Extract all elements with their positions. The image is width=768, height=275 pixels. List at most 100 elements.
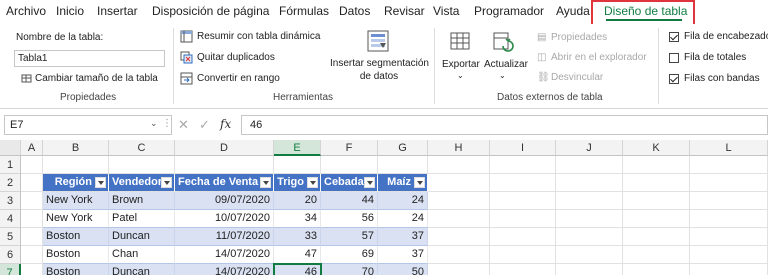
table-cell[interactable]: 24 — [378, 192, 428, 210]
cell-h5[interactable] — [428, 228, 490, 246]
menu-disposicion[interactable]: Disposición de página — [152, 4, 269, 18]
table-cell[interactable]: Boston — [43, 264, 109, 275]
table-cell[interactable]: 56 — [321, 210, 378, 228]
column-header-b[interactable]: B — [43, 140, 109, 156]
cell-j7[interactable] — [556, 264, 623, 275]
cell-j4[interactable] — [556, 210, 623, 228]
insert-function-icon[interactable]: fx — [220, 117, 231, 131]
row-header-6[interactable]: 6 — [0, 246, 21, 264]
table-cell[interactable]: 70 — [321, 264, 378, 275]
cell-i5[interactable] — [490, 228, 556, 246]
cell-l4[interactable] — [690, 210, 768, 228]
column-header-c[interactable]: C — [109, 140, 175, 156]
filter-dropdown-icon[interactable] — [95, 177, 106, 188]
total-row-checkbox[interactable] — [669, 53, 679, 63]
filter-dropdown-icon[interactable] — [161, 177, 172, 188]
cell-i1[interactable] — [490, 156, 556, 174]
menu-vista[interactable]: Vista — [433, 4, 459, 18]
table-cell[interactable]: 20 — [274, 192, 321, 210]
table-header-cell[interactable]: Maíz — [378, 174, 428, 192]
table-cell[interactable]: 14/07/2020 — [175, 264, 274, 275]
table-header-cell[interactable]: Vendedor — [109, 174, 175, 192]
table-cell[interactable]: 44 — [321, 192, 378, 210]
table-cell[interactable]: 33 — [274, 228, 321, 246]
column-header-k[interactable]: K — [623, 140, 690, 156]
remove-duplicates-button[interactable]: Quitar duplicados — [197, 52, 275, 63]
formula-input[interactable]: 46 — [241, 115, 768, 135]
insert-slicer-button[interactable]: Insertar segmentación — [330, 58, 429, 69]
cell-l2[interactable] — [690, 174, 768, 192]
menu-ayuda[interactable]: Ayuda — [556, 4, 590, 18]
name-box-dropdown-icon[interactable]: ⌄ — [150, 118, 158, 129]
cell-h6[interactable] — [428, 246, 490, 264]
cell-j6[interactable] — [556, 246, 623, 264]
menu-inicio[interactable]: Inicio — [56, 4, 84, 18]
table-cell[interactable]: Brown — [109, 192, 175, 210]
cell-i3[interactable] — [490, 192, 556, 210]
table-cell[interactable]: 10/07/2020 — [175, 210, 274, 228]
filter-dropdown-icon[interactable] — [364, 177, 375, 188]
column-header-f[interactable]: F — [321, 140, 378, 156]
cell-h7[interactable] — [428, 264, 490, 275]
cell-k5[interactable] — [623, 228, 690, 246]
table-cell[interactable]: 69 — [321, 246, 378, 264]
table-cell[interactable]: Patel — [109, 210, 175, 228]
table-cell[interactable]: 24 — [378, 210, 428, 228]
cell-a7[interactable] — [21, 264, 43, 275]
cell-h4[interactable] — [428, 210, 490, 228]
cell-k1[interactable] — [623, 156, 690, 174]
cell-a6[interactable] — [21, 246, 43, 264]
cell-h2[interactable] — [428, 174, 490, 192]
table-cell[interactable]: Boston — [43, 228, 109, 246]
cell-j3[interactable] — [556, 192, 623, 210]
cell-l7[interactable] — [690, 264, 768, 275]
filter-dropdown-icon[interactable] — [260, 177, 271, 188]
filter-dropdown-icon[interactable] — [414, 177, 425, 188]
enter-icon[interactable]: ✓ — [199, 117, 210, 133]
export-button[interactable]: Exportar — [442, 59, 480, 70]
column-header-e[interactable]: E — [274, 140, 321, 156]
cell-h1[interactable] — [428, 156, 490, 174]
table-header-cell[interactable]: Fecha de Venta — [175, 174, 274, 192]
cell-i7[interactable] — [490, 264, 556, 275]
cell-i6[interactable] — [490, 246, 556, 264]
cell-i2[interactable] — [490, 174, 556, 192]
table-cell[interactable]: New York — [43, 192, 109, 210]
open-browser-button[interactable]: Abrir en el explorador — [551, 52, 647, 63]
table-cell[interactable]: 34 — [274, 210, 321, 228]
menu-archivo[interactable]: Archivo — [6, 4, 46, 18]
select-all-corner[interactable] — [0, 140, 21, 156]
table-cell[interactable]: 37 — [378, 246, 428, 264]
cell-l6[interactable] — [690, 246, 768, 264]
table-cell[interactable]: New York — [43, 210, 109, 228]
column-header-l[interactable]: L — [690, 140, 768, 156]
filter-dropdown-icon[interactable] — [307, 177, 318, 188]
row-header-5[interactable]: 5 — [0, 228, 21, 246]
cell-k3[interactable] — [623, 192, 690, 210]
row-header-3[interactable]: 3 — [0, 192, 21, 210]
menu-insertar[interactable]: Insertar — [97, 4, 138, 18]
cell-k4[interactable] — [623, 210, 690, 228]
cell-e1[interactable] — [274, 156, 321, 174]
column-header-h[interactable]: H — [428, 140, 490, 156]
cell-l1[interactable] — [690, 156, 768, 174]
column-header-g[interactable]: G — [378, 140, 428, 156]
column-header-a[interactable]: A — [21, 140, 43, 156]
table-header-cell[interactable]: Región — [43, 174, 109, 192]
cell-a2[interactable] — [21, 174, 43, 192]
cell-j5[interactable] — [556, 228, 623, 246]
menu-formulas[interactable]: Fórmulas — [279, 4, 329, 18]
row-header-7[interactable]: 7 — [0, 264, 21, 275]
menu-programador[interactable]: Programador — [474, 4, 544, 18]
menu-diseno-tabla[interactable]: Diseño de tabla — [604, 4, 687, 18]
cancel-icon[interactable]: ✕ — [178, 117, 189, 133]
table-cell[interactable]: Duncan — [109, 264, 175, 275]
cell-k6[interactable] — [623, 246, 690, 264]
cell-g1[interactable] — [378, 156, 428, 174]
table-name-input[interactable] — [14, 50, 165, 67]
external-properties-button[interactable]: Propiedades — [551, 32, 607, 43]
resize-table-button[interactable]: Cambiar tamaño de la tabla — [35, 73, 158, 84]
cell-b1[interactable] — [43, 156, 109, 174]
menu-datos[interactable]: Datos — [339, 4, 370, 18]
table-header-cell[interactable]: Cebada — [321, 174, 378, 192]
